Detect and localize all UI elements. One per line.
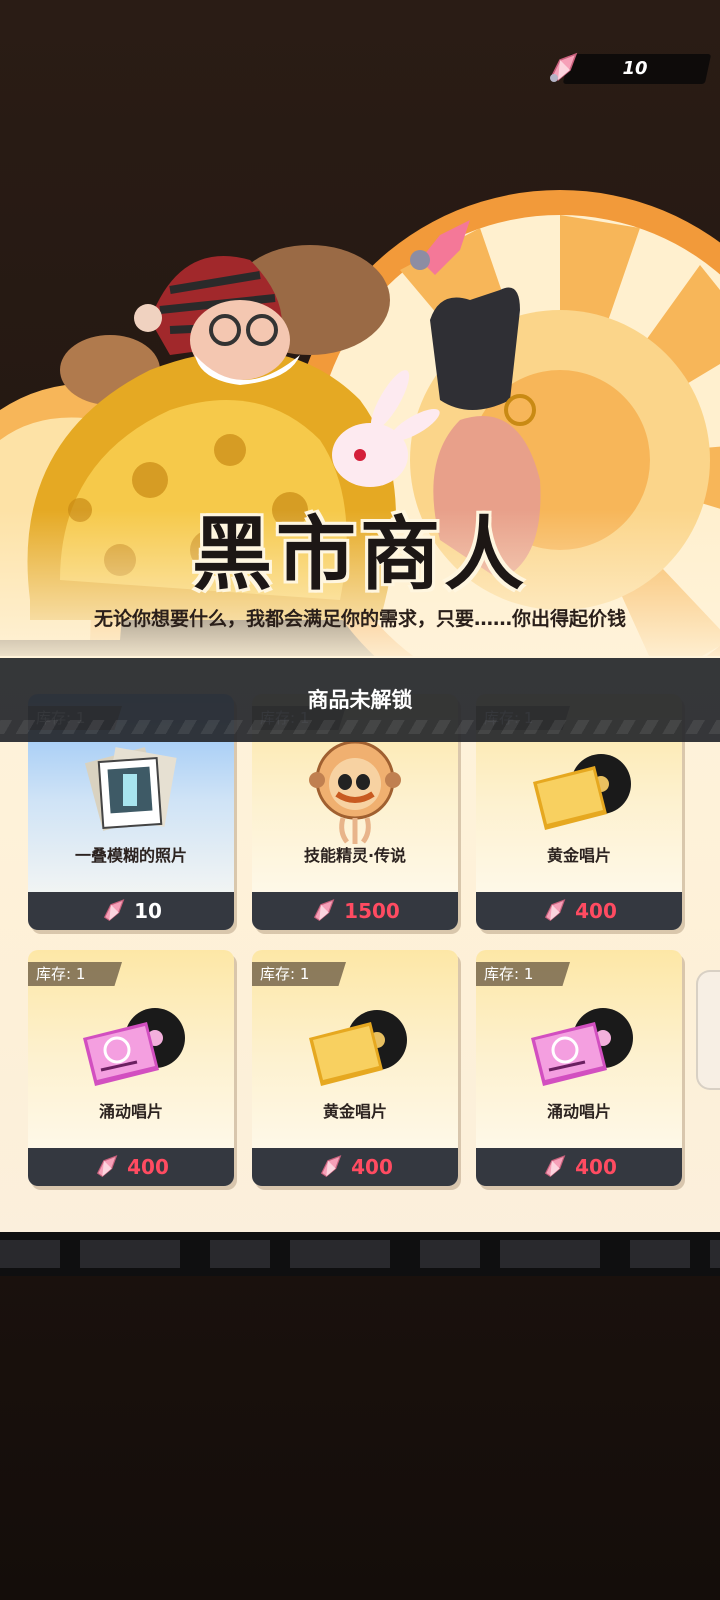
- price-value: 400: [127, 1155, 169, 1179]
- price-button[interactable]: 400: [28, 1148, 234, 1186]
- price-value: 400: [575, 899, 617, 923]
- locked-banner-text: 商品未解锁: [307, 688, 413, 712]
- side-scroll-handle[interactable]: [696, 970, 720, 1090]
- gold-record-icon: [519, 734, 639, 846]
- price-value: 400: [351, 1155, 393, 1179]
- surge-record-icon: [519, 990, 639, 1102]
- price-value: 400: [575, 1155, 617, 1179]
- merchant-title: 黑市商人: [192, 508, 528, 601]
- price-value: 1500: [344, 899, 400, 923]
- crystal-shard-icon: [97, 1155, 118, 1178]
- merchant-subtitle: 无论你想要什么，我都会满足你的需求，只要……你出得起价钱: [93, 608, 626, 630]
- shop-item-card[interactable]: 库存: 1 涌动唱片 400: [28, 950, 234, 1186]
- shop-item-card[interactable]: 库存: 1 涌动唱片 400: [476, 950, 682, 1186]
- decorative-strip: [0, 1232, 720, 1276]
- price-button[interactable]: 1500: [252, 892, 458, 930]
- crystal-shard-icon: [321, 1155, 342, 1178]
- item-name: 涌动唱片: [98, 1102, 163, 1121]
- strip-pattern: [0, 1240, 720, 1268]
- crystal-shard-icon: [314, 899, 335, 922]
- crystal-shard-icon: [545, 899, 566, 922]
- price-button[interactable]: 400: [252, 1148, 458, 1186]
- crystal-shard-icon: [103, 899, 125, 922]
- crystal-shard-icon: [550, 52, 578, 82]
- surge-record-icon: [71, 990, 191, 1102]
- photo-stack-icon: [71, 734, 191, 846]
- item-name: 技能精灵·传说: [303, 846, 407, 865]
- price-button[interactable]: 400: [476, 892, 682, 930]
- currency-amount: 10: [622, 58, 648, 79]
- skill-sprite-icon: [295, 734, 415, 846]
- price-button[interactable]: 10: [28, 892, 234, 930]
- game-shop-screen: 10 黑市商人 无论你想要什么，我都会满足你的需求，只要……你出得起价钱 一叠模…: [0, 0, 720, 1600]
- price-button[interactable]: 400: [476, 1148, 682, 1186]
- crystal-shard-icon: [545, 1155, 566, 1178]
- shop-item-card[interactable]: 库存: 1 黄金唱片 400: [252, 950, 458, 1186]
- stock-label: 库存: 1: [28, 962, 122, 986]
- item-name: 黄金唱片: [322, 1102, 387, 1121]
- stock-label: 库存: 1: [252, 962, 346, 986]
- banner-stripes: [0, 720, 720, 734]
- stock-label: 库存: 1: [476, 962, 570, 986]
- price-value: 10: [134, 899, 162, 923]
- gold-record-icon: [295, 990, 415, 1102]
- item-name: 一叠模糊的照片: [74, 846, 187, 865]
- item-name: 黄金唱片: [546, 846, 611, 865]
- item-name: 涌动唱片: [546, 1102, 611, 1121]
